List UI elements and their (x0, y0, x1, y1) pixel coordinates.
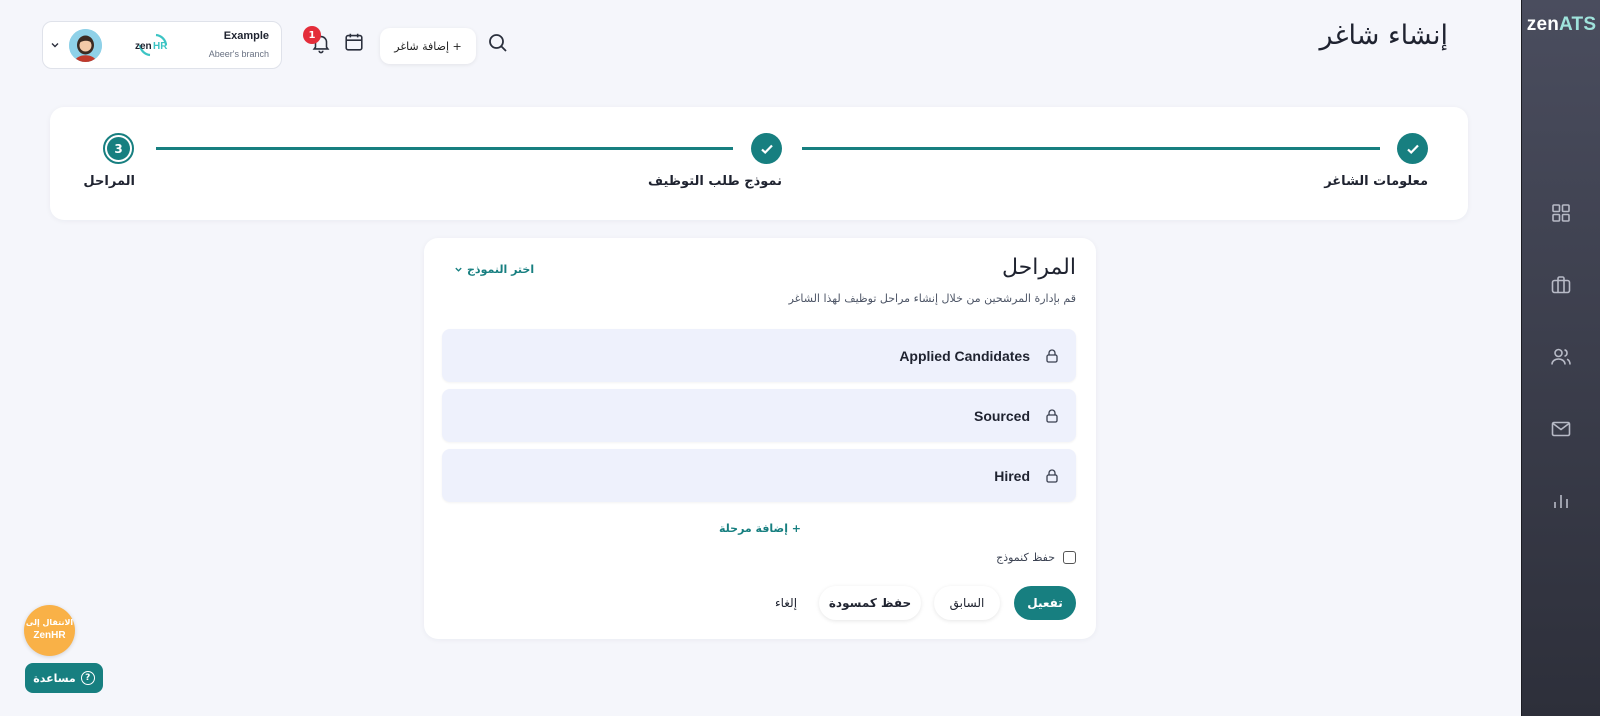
avatar (69, 29, 102, 62)
stages-card: المراحل قم بإدارة المرشحين من خلال إنشاء… (424, 238, 1096, 639)
step-connector (802, 147, 1380, 150)
search-icon[interactable] (486, 31, 510, 55)
template-select-label: اختر النموذج (467, 263, 535, 276)
add-stage-button[interactable]: + إضافة مرحلة (424, 522, 1096, 535)
chevron-down-icon[interactable] (50, 40, 60, 50)
template-select[interactable]: اختر النموذج (454, 263, 534, 276)
account-branch: Abeer's branch (208, 49, 269, 59)
lock-icon (1046, 408, 1058, 423)
grid-icon[interactable] (1549, 201, 1573, 225)
step-3-label: المراحل (83, 174, 135, 189)
help-button[interactable]: ? مساعدة (25, 663, 103, 693)
lock-icon (1046, 348, 1058, 363)
help-label: مساعدة (33, 671, 76, 685)
svg-text:zen: zen (135, 41, 152, 52)
bar-chart-icon[interactable] (1549, 489, 1573, 513)
stage-row[interactable]: Applied Candidates (442, 329, 1076, 382)
step-connector (156, 147, 733, 150)
svg-text:HR: HR (153, 41, 168, 52)
section-subtitle: قم بإدارة المرشحين من خلال إنشاء مراحل ت… (788, 292, 1076, 305)
step-2-complete-icon (751, 133, 782, 164)
chevron-down-icon (455, 267, 462, 272)
previous-button[interactable]: السابق (934, 586, 1000, 620)
briefcase-icon[interactable] (1549, 273, 1573, 297)
stage-name: Sourced (973, 407, 1030, 424)
sidebar: zenATS (1521, 0, 1600, 716)
mail-icon[interactable] (1549, 417, 1573, 441)
save-as-template-checkbox[interactable] (1063, 551, 1076, 564)
stage-row[interactable]: Hired (442, 449, 1076, 502)
lock-icon (1046, 468, 1058, 483)
progress-stepper: معلومات الشاغر نموذج طلب التوظيف 3 المرا… (50, 107, 1468, 220)
app-logo[interactable]: zenATS (1522, 14, 1600, 36)
save-as-template[interactable]: حفظ كنموذج (996, 551, 1076, 564)
section-title: المراحل (1001, 255, 1076, 280)
notification-badge: 1 (303, 26, 321, 44)
step-1-complete-icon (1397, 133, 1428, 164)
activate-button[interactable]: تفعيل (1014, 586, 1076, 620)
calendar-icon[interactable] (343, 31, 365, 53)
cancel-button[interactable]: إلغاء (766, 586, 806, 620)
company-logo: zen HR (135, 33, 168, 57)
stage-name: Applied Candidates (899, 347, 1030, 364)
step-2-label: نموذج طلب التوظيف (648, 174, 782, 189)
save-as-template-label: حفظ كنموذج (996, 551, 1055, 564)
switch-to-zenhr-button[interactable]: الانتقال إلى ZenHR (24, 605, 75, 656)
account-switcher[interactable]: Example Abeer's branch zen HR (42, 21, 282, 69)
save-draft-button[interactable]: حفظ كمسودة (819, 586, 921, 620)
account-name: Example (223, 30, 269, 42)
step-3-current: 3 (103, 133, 134, 164)
page-title: إنشاء شاغر (1319, 20, 1448, 51)
help-icon: ? (80, 671, 95, 685)
stage-row[interactable]: Sourced (442, 389, 1076, 442)
stage-name: Hired (994, 467, 1030, 484)
step-1-label: معلومات الشاغر (1324, 174, 1428, 189)
add-job-button[interactable]: + إضافة شاغر (380, 28, 476, 64)
users-icon[interactable] (1549, 345, 1573, 369)
